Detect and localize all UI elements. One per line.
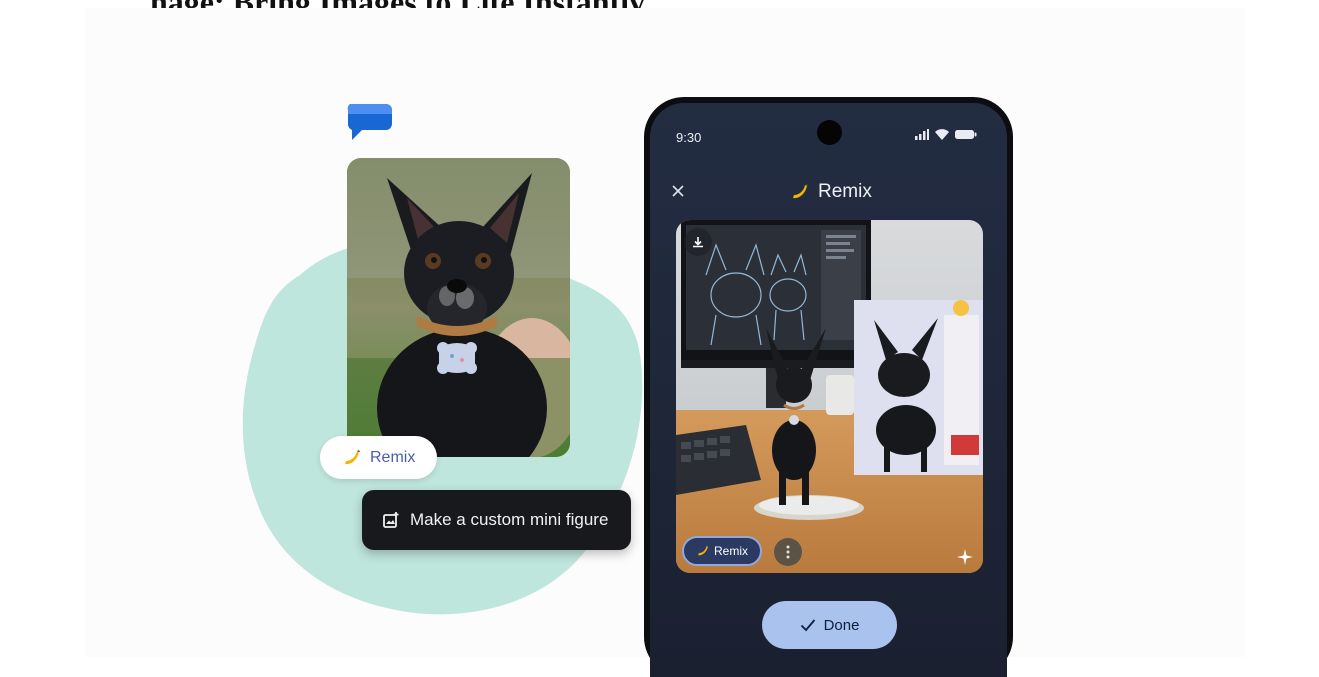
more-vertical-icon: [786, 545, 790, 559]
remix-result-image: Remix: [676, 220, 983, 573]
battery-icon: [955, 130, 977, 139]
remix-chip-phone-label: Remix: [713, 544, 748, 558]
wifi-icon: [935, 129, 949, 140]
front-camera: [817, 120, 842, 145]
status-icons: [915, 129, 977, 140]
check-icon: [800, 619, 815, 632]
download-icon: [693, 237, 703, 248]
image-add-icon: [383, 512, 399, 528]
remix-title: Remix: [790, 181, 872, 203]
banana-icon: [345, 449, 360, 464]
original-dog-photo: [347, 158, 570, 457]
make-mini-figure-label: Make a custom mini figure: [410, 510, 609, 529]
close-button[interactable]: [664, 177, 692, 205]
remix-title-text: Remix: [818, 181, 872, 202]
done-label: Done: [823, 616, 860, 634]
close-icon: [672, 185, 684, 197]
signal-icon: [915, 129, 929, 140]
banana-icon: [698, 545, 709, 556]
download-button[interactable]: [684, 228, 712, 256]
phone-screen: 9:30 Remix Remix Done: [650, 103, 1007, 677]
status-time: 9:30: [676, 130, 702, 145]
messages-bubble-icon: [347, 104, 392, 140]
banana-icon: [793, 184, 808, 199]
make-mini-figure-suggestion[interactable]: Make a custom mini figure: [362, 490, 631, 550]
more-options-button[interactable]: [774, 538, 802, 566]
done-button[interactable]: Done: [762, 601, 897, 649]
remix-chip[interactable]: Remix: [320, 436, 437, 479]
phone-frame: 9:30 Remix Remix Done: [644, 97, 1013, 677]
sparkle-icon: [957, 549, 973, 565]
remix-chip-label: Remix: [370, 448, 416, 466]
remix-chip-phone[interactable]: Remix: [682, 536, 762, 566]
